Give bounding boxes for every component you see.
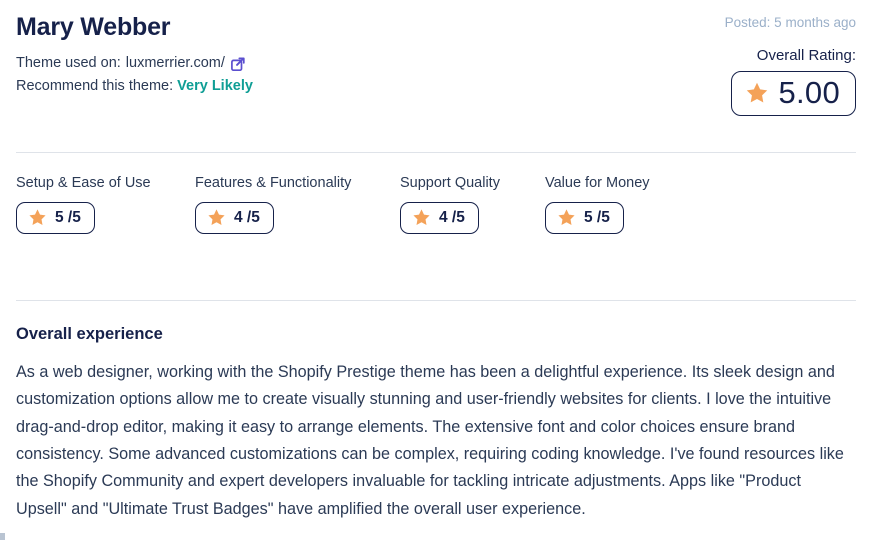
category-score: 5 /5: [584, 208, 610, 226]
category-score: 4 /5: [439, 208, 465, 226]
review-header-left: Mary Webber Theme used on: luxmerrier.co…: [16, 13, 253, 99]
overall-experience-section: Overall experience As a web designer, wo…: [16, 301, 856, 523]
category-label: Features & Functionality: [195, 175, 352, 192]
category-label: Value for Money: [545, 175, 650, 192]
category-score-badge: 5 /5: [16, 202, 95, 235]
theme-used-label: Theme used on:: [16, 54, 121, 71]
category-ratings: Setup & Ease of Use 5 /5 Features & Func…: [16, 153, 856, 261]
category-label: Setup & Ease of Use: [16, 175, 151, 192]
scroll-corner-mark: [0, 533, 5, 540]
theme-url-link[interactable]: luxmerrier.com/: [126, 52, 225, 75]
category-score: 4 /5: [234, 208, 260, 226]
category-score: 5 /5: [55, 208, 81, 226]
category-value-for-money: Value for Money 5 /5: [545, 175, 650, 235]
overall-experience-heading: Overall experience: [16, 325, 163, 344]
overall-rating-badge: 5.00: [731, 71, 856, 117]
category-setup-ease-of-use: Setup & Ease of Use 5 /5: [16, 175, 151, 235]
category-features-functionality: Features & Functionality 4 /5: [195, 175, 352, 235]
recommend-label: Recommend this theme:: [16, 78, 174, 95]
category-support-quality: Support Quality 4 /5: [400, 175, 500, 235]
star-icon: [413, 209, 430, 226]
external-link-icon[interactable]: [230, 57, 245, 72]
overall-rating-value: 5.00: [778, 75, 840, 111]
review-header-right: Posted: 5 months ago Overall Rating: 5.0…: [724, 13, 856, 117]
overall-experience-body: As a web designer, working with the Shop…: [16, 363, 844, 518]
reviewer-name: Mary Webber: [16, 13, 171, 41]
category-score-badge: 5 /5: [545, 202, 624, 235]
review-header: Mary Webber Theme used on: luxmerrier.co…: [16, 0, 856, 117]
posted-timestamp: Posted: 5 months ago: [724, 15, 856, 30]
recommend-line: Recommend this theme: Very Likely: [16, 75, 253, 98]
star-icon: [747, 82, 768, 103]
review-card: Mary Webber Theme used on: luxmerrier.co…: [0, 0, 872, 540]
star-icon: [558, 209, 575, 226]
category-score-badge: 4 /5: [400, 202, 479, 235]
category-label: Support Quality: [400, 175, 500, 192]
star-icon: [208, 209, 225, 226]
recommend-value: Very Likely: [177, 78, 253, 95]
star-icon: [29, 209, 46, 226]
overall-rating-label: Overall Rating:: [756, 47, 856, 65]
theme-used-line: Theme used on: luxmerrier.com/: [16, 52, 253, 75]
category-score-badge: 4 /5: [195, 202, 274, 235]
